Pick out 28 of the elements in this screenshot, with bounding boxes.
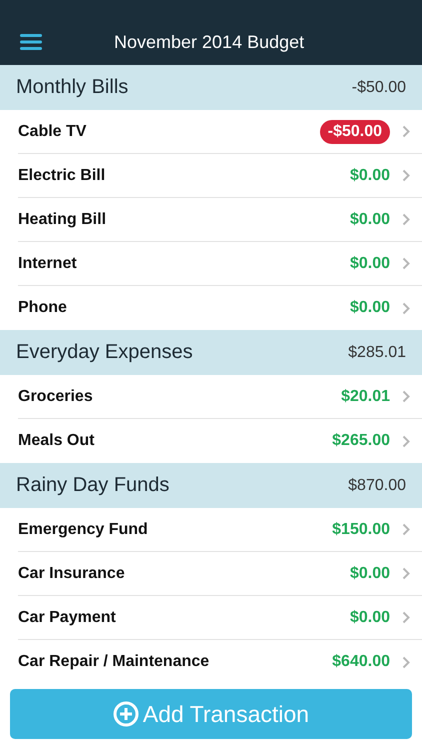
budget-row[interactable]: Meals Out $265.00 [18,419,422,463]
chevron-icon [402,257,410,270]
budget-row[interactable]: Cable TV -$50.00 [18,110,422,154]
section-header: Monthly Bills -$50.00 [0,65,422,110]
chevron-icon [402,390,410,403]
chevron-icon [402,302,410,314]
budget-row[interactable]: Heating Bill $0.00 [18,198,422,242]
budget-row[interactable]: Internet $0.00 [18,242,422,286]
chevron-icon [402,656,410,668]
budget-row[interactable]: Car Repair / Maintenance $640.00 [18,640,422,684]
chevron-icon [402,523,410,536]
chevron-icon [402,567,410,580]
budget-row[interactable]: Electric Bill $0.00 [18,154,422,198]
budget-row[interactable]: Car Payment $0.00 [18,596,422,640]
section-header: Everyday Expenses $285.01 [0,330,422,375]
chevron-icon [402,169,410,182]
chevron-icon [402,434,410,448]
budget-row[interactable]: Phone $0.00 [18,286,422,330]
plus-icon [112,701,139,727]
section-header: Rainy Day Funds $870.00 [0,463,422,508]
chevron-icon [402,213,410,226]
screen-title: November 2014 Budget [114,32,304,53]
menu-icon[interactable] [20,34,42,50]
chevron-icon [402,611,410,624]
budget-row[interactable]: Car Insurance $0.00 [18,552,422,596]
budget-row[interactable]: Groceries $20.01 [18,375,422,419]
budget-row[interactable]: Emergency Fund $150.00 [18,508,422,552]
chevron-icon [402,125,410,138]
